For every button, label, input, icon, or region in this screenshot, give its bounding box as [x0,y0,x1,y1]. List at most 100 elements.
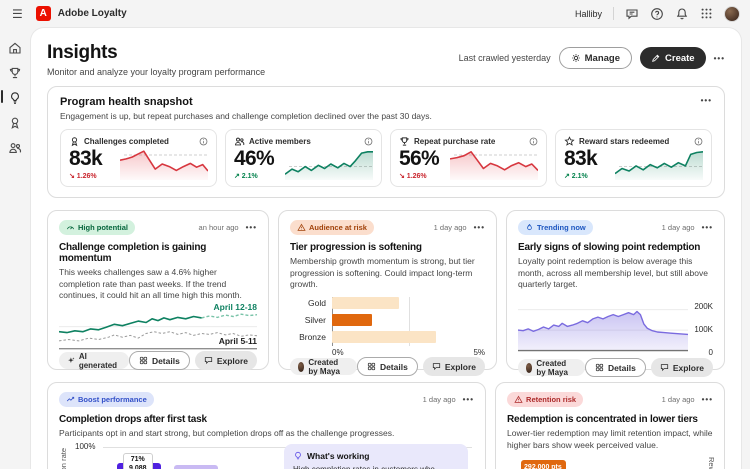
apps-grid-icon[interactable] [700,7,713,20]
kpi-change: ↗ 2.1% [234,173,258,180]
bar-category-label: Gold [308,298,326,309]
chat-bubble-icon [660,364,668,372]
badge-trending-now: Trending now [518,220,593,235]
info-icon[interactable] [529,137,538,146]
gear-icon [571,54,580,62]
help-icon[interactable] [650,7,664,21]
badge-boost-performance: Boost performance [59,392,154,407]
main-content-panel: Insights Monitor and analyze your loyalt… [30,27,742,469]
left-nav-rail [0,27,30,469]
card-timestamp: 1 day ago [422,395,456,404]
gauge-icon [67,226,74,230]
kpi-card-active-members: Active members 46% ↗ 2.1% [225,129,382,187]
insight-card-point-redemption: Trending now 1 day ago ••• Early signs o… [506,210,725,378]
create-button[interactable]: Create [640,47,706,69]
page-subtitle: Monitor and analyze your loyalty program… [47,67,266,77]
bar-task-2 [174,464,218,469]
nav-rewards-medal-icon[interactable] [5,114,25,131]
kpi-sparkline-chart [450,150,538,180]
completion-bar-chart: Completion rate 100% 50% 71% 9,088 46.3%… [59,442,474,469]
kpi-change: ↘ 1.26% [69,173,97,180]
card-more-icon[interactable]: ••• [474,223,485,232]
card-timestamp: an hour ago [198,223,239,232]
details-button[interactable]: Details [356,357,418,377]
nav-members-people-icon[interactable] [5,139,25,156]
page-more-icon[interactable]: ••• [714,54,725,63]
edit-pencil-icon [652,54,660,62]
feedback-icon[interactable] [625,7,639,21]
momentum-line-chart: April 12-18 April 5-11 [59,302,257,351]
info-icon[interactable] [364,137,373,146]
card-more-icon[interactable]: ••• [702,395,713,404]
page-title: Insights [47,42,118,63]
created-by-pill: Created by Maya [518,359,585,377]
card-body: This weeks challenges saw a 4.6% higher … [59,267,242,301]
explore-button[interactable]: Explore [650,358,713,378]
reward-redeemed-bar-chart: 300K 200K Reward redeemed 292,000 pts [507,455,716,469]
kpi-card-reward-stars-redeemed: Reward stars redeemed 83k ↗ 2.1% [555,129,712,187]
created-by-pill: Created by Maya [290,358,357,376]
y-axis-label: Reward redeemed [707,457,716,469]
last-crawled-status: Last crawled yesterday [458,53,551,63]
adobe-logo-icon: A [35,6,51,21]
insight-card-completion-drop: Boost performance 1 day ago ••• Completi… [47,382,487,469]
trophy-icon [400,137,409,146]
kpi-value: 56% [399,147,440,170]
whats-working-callout: What's working High completion rates in … [284,443,469,469]
nav-challenges-trophy-icon[interactable] [5,64,25,81]
card-body: Participants opt in and start strong, bu… [59,428,395,438]
kpi-sparkline-chart [285,150,373,180]
card-title: Challenge completion is gaining momentum [59,242,207,264]
card-title: Redemption is concentrated in lower tier… [507,414,698,425]
card-title: Tier progression is softening [290,242,422,253]
nav-insights-lightbulb-icon[interactable] [1,89,25,106]
y-tick: 100K [694,325,713,335]
card-more-icon[interactable]: ••• [463,395,474,404]
lightbulb-icon [295,451,301,460]
x-tick: 5% [473,348,485,358]
details-button[interactable]: Details [128,351,190,371]
series-label-previous: April 5-11 [218,336,257,347]
card-body: Loyalty point redemption is below averag… [518,256,708,290]
series-label-current: April 12-18 [213,302,257,313]
notifications-bell-icon[interactable] [675,7,689,21]
info-icon[interactable] [694,137,703,146]
user-avatar[interactable] [724,5,740,22]
kpi-sparkline-chart [120,150,208,180]
people-icon [235,137,245,146]
grid-icon [139,357,148,365]
kpi-card-repeat-purchase-rate: Repeat purchase rate 56% ↘ 1.26% [390,129,547,187]
details-button[interactable]: Details [584,358,646,378]
insight-cards-row-1: High potential an hour ago ••• Challenge… [47,210,725,378]
explore-button[interactable]: Explore [422,357,485,377]
bar-lower-tier: 292,000 pts [521,460,567,469]
hamburger-menu-icon[interactable]: ☰ [12,7,23,21]
bar-category-label: Bronze [299,332,326,343]
card-timestamp: 1 day ago [433,223,467,232]
card-more-icon[interactable]: ••• [246,223,257,232]
top-bar: ☰ A Adobe Loyalty Halliby [0,0,750,27]
snapshot-more-icon[interactable]: ••• [701,96,712,105]
info-icon[interactable] [199,137,208,146]
kpi-label: Active members [249,137,311,146]
bar-gold [332,297,400,310]
explore-button[interactable]: Explore [194,351,257,371]
bar-silver [332,314,372,327]
card-more-icon[interactable]: ••• [702,223,713,232]
y-tick: 0 [708,348,713,358]
card-body: Lower-tier redemption may limit retentio… [507,428,713,450]
manage-button[interactable]: Manage [558,47,633,69]
kpi-label: Repeat purchase rate [414,137,496,146]
insight-card-challenge-momentum: High potential an hour ago ••• Challenge… [47,210,269,371]
topbar-divider [613,7,614,20]
user-name[interactable]: Halliby [575,9,602,19]
x-tick: 0% [332,348,344,358]
card-timestamp: 1 day ago [661,395,695,404]
card-title: Early signs of slowing point redemption [518,242,701,253]
sparkle-ai-icon [68,357,75,364]
app-title: Adobe Loyalty [57,8,127,19]
redemption-area-chart: 200K 100K 0 [518,296,713,358]
kpi-card-challenges-completed: Challenges completed 83k ↘ 1.26% [60,129,217,187]
kpi-label: Challenges completed [84,137,169,146]
nav-home-icon[interactable] [5,39,25,56]
